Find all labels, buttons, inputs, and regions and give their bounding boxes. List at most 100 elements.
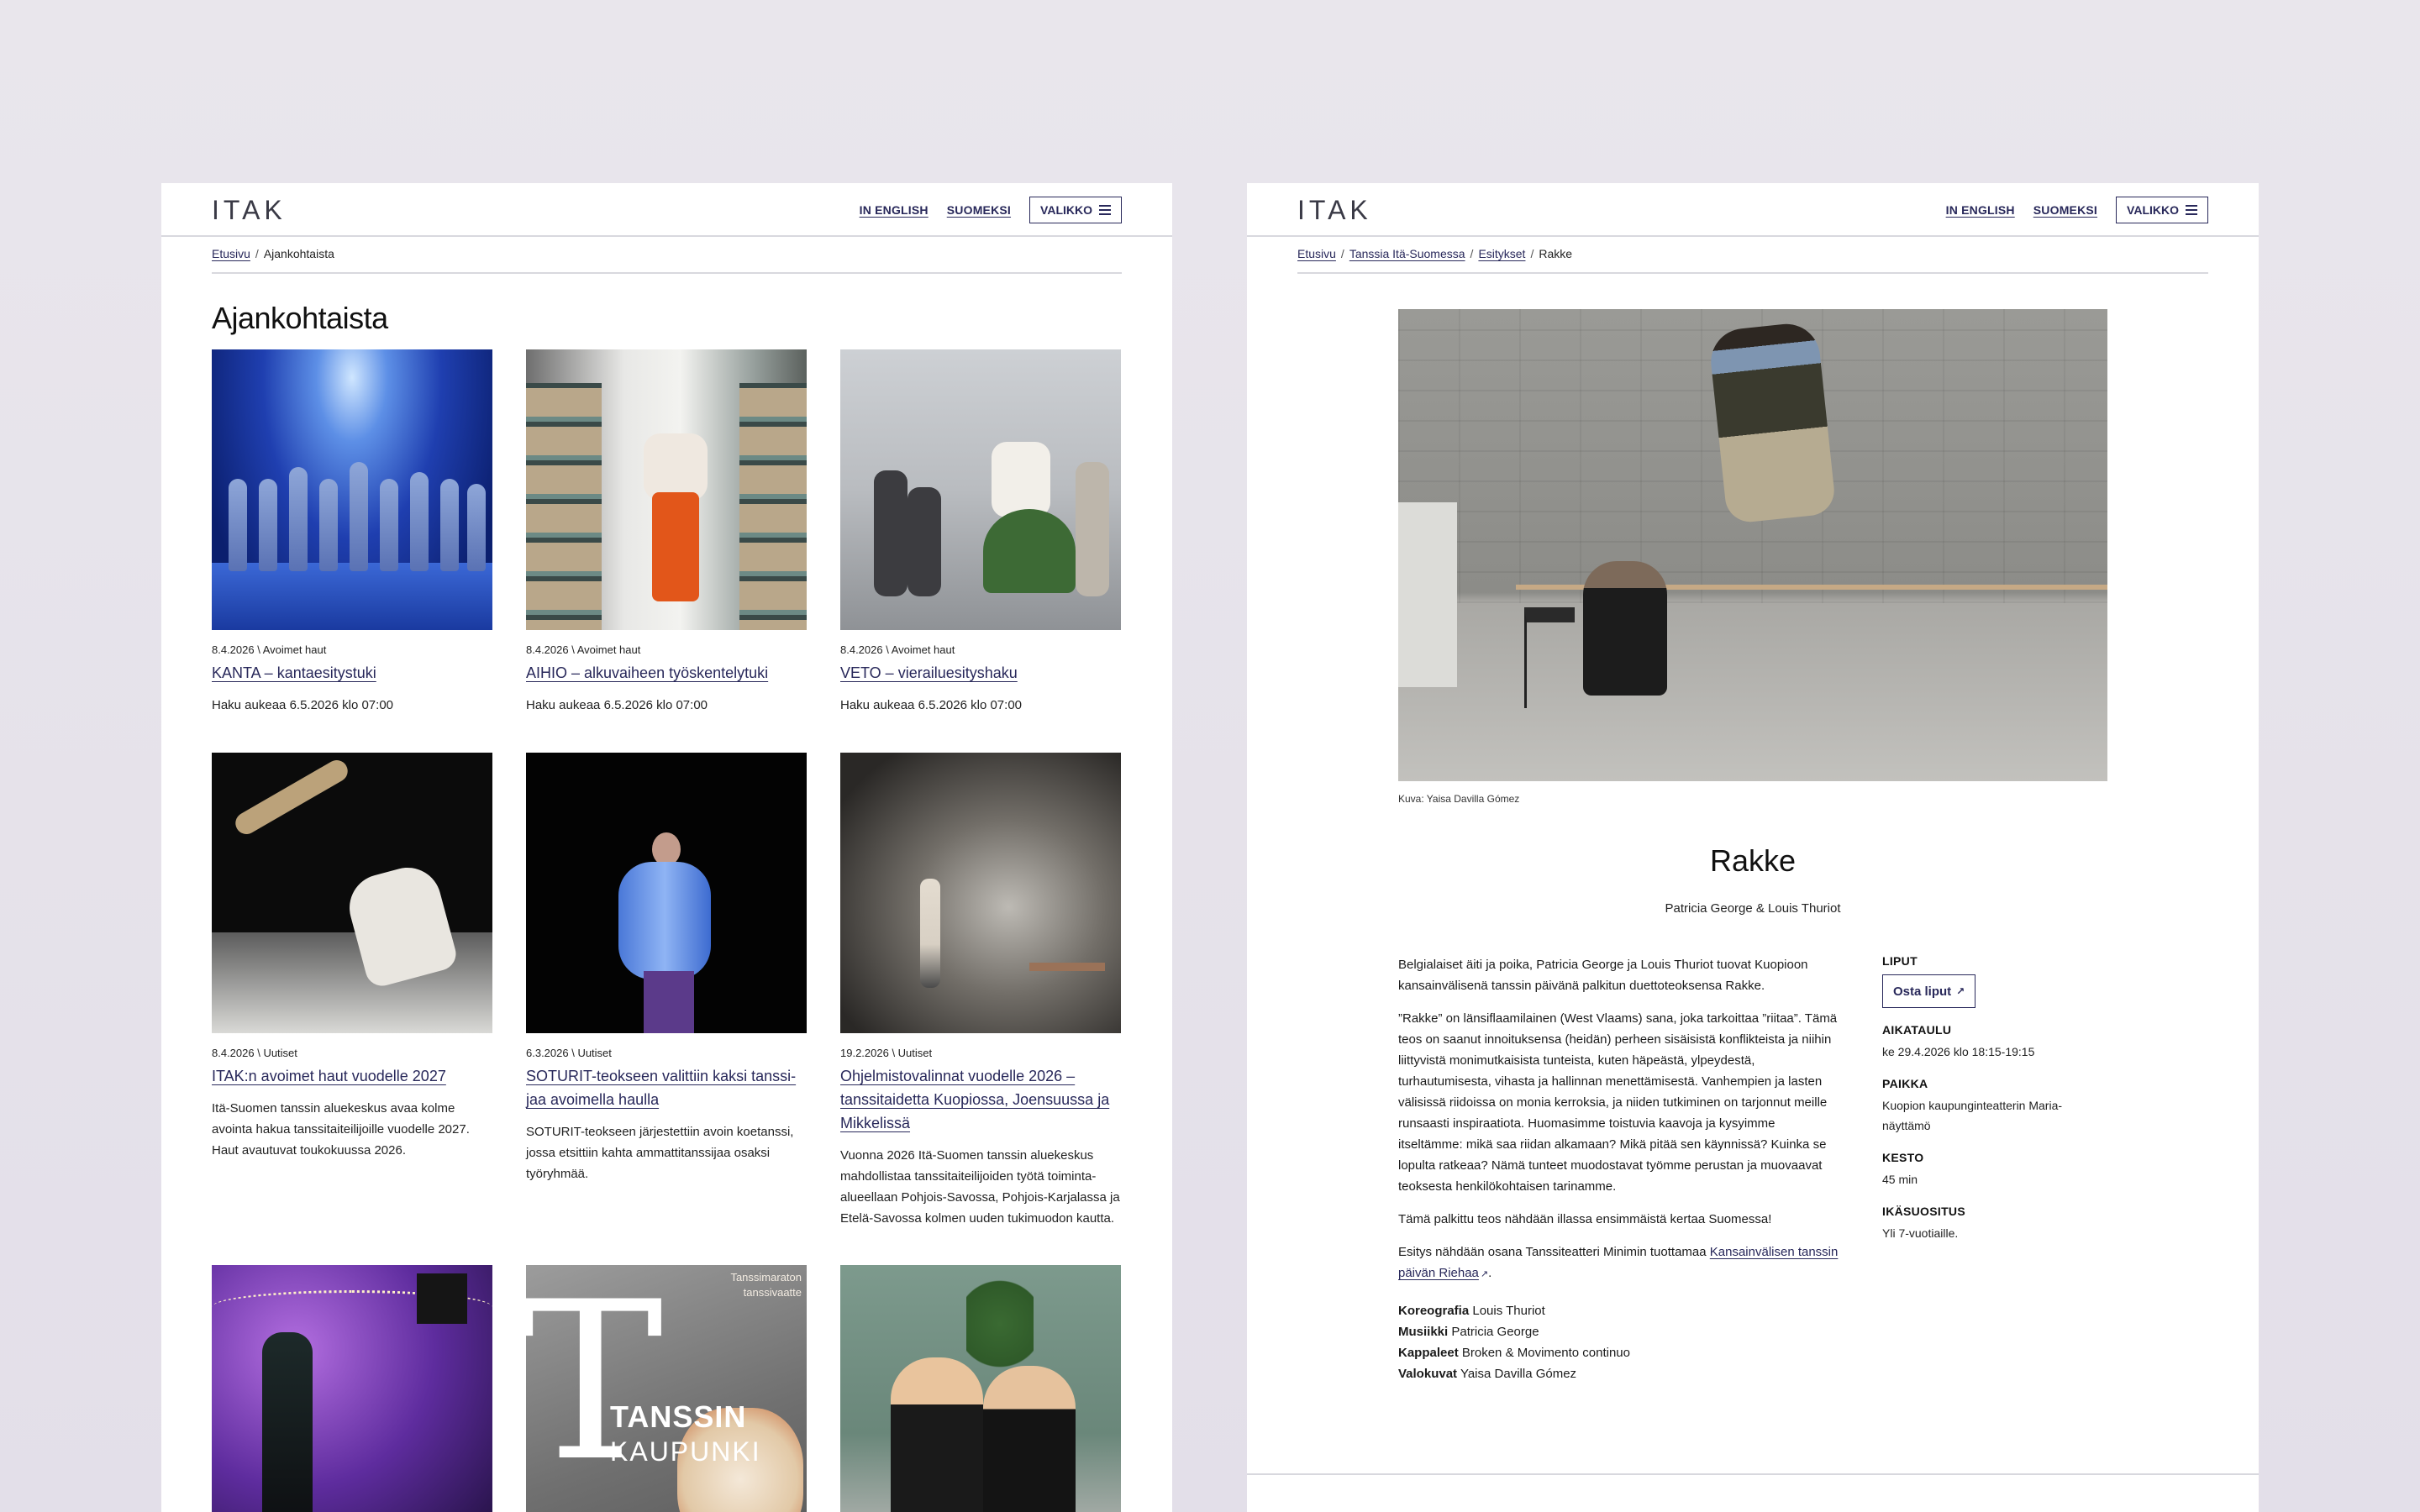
paragraph-text: . (1488, 1266, 1492, 1280)
site-header: ITAK IN ENGLISH SUOMEKSI VALIKKO (1247, 183, 2259, 237)
news-image-library[interactable] (526, 349, 807, 630)
lang-finnish-link[interactable]: SUOMEKSI (947, 203, 1011, 217)
credit-value: Yaisa Davilla Gómez (1457, 1367, 1577, 1381)
menu-button[interactable]: VALIKKO (1029, 197, 1122, 223)
news-card: 6.3.2026 \ Uutiset SOTURIT-teokseen vali… (526, 753, 807, 1184)
credit-value: Louis Thuriot (1469, 1304, 1545, 1318)
schedule-value: ke 29.4.2026 klo 18:15-19:15 (1882, 1045, 2035, 1058)
breadcrumb-performances[interactable]: Esitykset (1478, 247, 1525, 272)
news-title-link[interactable]: AIHIO – alkuvaiheen työskentelytuki (526, 661, 807, 685)
breadcrumb: Etusivu / Ajankohtaista (212, 247, 1122, 274)
paragraph-text: Esitys nähdään osana Tanssiteatteri Mini… (1398, 1245, 1710, 1259)
divider (1247, 1473, 2259, 1475)
news-image-two-women[interactable] (840, 1265, 1121, 1512)
menu-label: VALIKKO (2127, 203, 2179, 217)
credits-list: Koreografia Louis Thuriot Musiikki Patri… (1398, 1300, 1842, 1384)
news-image-street-dance[interactable] (840, 349, 1121, 630)
lang-finnish-link[interactable]: SUOMEKSI (2033, 203, 2097, 217)
credit-label: Kappaleet (1398, 1346, 1459, 1360)
news-title-link[interactable]: Ohjelmistovalinnat vuodelle 2026 – tanss… (840, 1064, 1121, 1135)
site-logo[interactable]: ITAK (212, 195, 287, 226)
news-meta: 8.4.2026 \ Avoimet haut (840, 643, 955, 656)
age-label: IKÄSUOSITUS (1882, 1205, 1965, 1218)
menu-label: VALIKKO (1040, 203, 1092, 217)
news-image-stage-bench[interactable] (840, 753, 1121, 1033)
description-paragraph: Tämä palkittu teos nähdään illassa ensim… (1398, 1212, 1772, 1226)
photo-credit: Kuva: Yaisa Davilla Gómez (1398, 793, 1520, 805)
description-paragraph: ”Rakke” on länsiflaamilainen (West Vlaam… (1398, 1011, 1838, 1194)
news-image-choir[interactable] (212, 349, 492, 630)
buy-tickets-button[interactable]: Osta liput ↗ (1882, 974, 1976, 1008)
breadcrumb-current: Rakke (1539, 247, 1573, 260)
credit-row: Musiikki Patricia George (1398, 1321, 1842, 1342)
news-card (840, 1265, 1121, 1512)
news-title-link[interactable]: VETO – vierailuesityshaku (840, 661, 1121, 685)
site-logo[interactable]: ITAK (1297, 195, 1372, 226)
credit-label: Koreografia (1398, 1304, 1470, 1318)
credit-row: Koreografia Louis Thuriot (1398, 1300, 1842, 1321)
breadcrumb-section[interactable]: Tanssia Itä-Suomessa (1349, 247, 1465, 272)
hamburger-icon (2186, 205, 2197, 215)
news-image-tanssin-kaupunki-poster[interactable]: T TANSSIN KAUPUNKI Tanssimaraton tanssiv… (526, 1265, 807, 1512)
credit-value: Patricia George (1448, 1325, 1539, 1339)
news-card: 8.4.2026 \ Avoimet haut KANTA – kantaesi… (212, 349, 492, 716)
header-nav: IN ENGLISH SUOMEKSI VALIKKO (1946, 197, 2208, 223)
news-card: 19.2.2026 \ Uutiset Ohjelmistovalinnat v… (840, 753, 1121, 1229)
page-title: Ajankohtaista (212, 301, 388, 335)
news-excerpt: Haku aukeaa 6.5.2026 klo 07:00 (526, 698, 708, 712)
news-card: 8.4.2026 \ Avoimet haut AIHIO – alkuvaih… (526, 349, 807, 716)
show-page: ITAK IN ENGLISH SUOMEKSI VALIKKO Etusivu… (1247, 183, 2259, 1512)
description-paragraph: Esitys nähdään osana Tanssiteatteri Mini… (1398, 1242, 1842, 1285)
menu-button[interactable]: VALIKKO (2116, 197, 2208, 223)
lang-english-link[interactable]: IN ENGLISH (1946, 203, 2015, 217)
credit-row: Valokuvat Yaisa Davilla Gómez (1398, 1363, 1842, 1384)
breadcrumb-separator: / (1530, 247, 1534, 260)
breadcrumb-separator: / (1470, 247, 1474, 260)
poster-corner-text: Tanssimaraton tanssivaatte (730, 1271, 802, 1299)
news-card: T TANSSIN KAUPUNKI Tanssimaraton tanssiv… (526, 1265, 807, 1512)
duration-value: 45 min (1882, 1173, 1918, 1186)
credit-label: Valokuvat (1398, 1367, 1458, 1381)
schedule-label: AIKATAULU (1882, 1023, 1952, 1037)
breadcrumb-separator: / (1340, 247, 1344, 260)
news-meta: 8.4.2026 \ Avoimet haut (526, 643, 641, 656)
news-excerpt: Vuonna 2026 Itä-Suomen tanssin aluekesku… (840, 1148, 1120, 1226)
news-excerpt: Haku aukeaa 6.5.2026 klo 07:00 (212, 698, 393, 712)
news-card: 8.4.2026 \ Avoimet haut VETO – vierailue… (840, 349, 1121, 716)
news-meta: 6.3.2026 \ Uutiset (526, 1047, 612, 1059)
news-meta: 8.4.2026 \ Uutiset (212, 1047, 297, 1059)
news-excerpt: SOTURIT-teokseen järjestettiin avoin koe… (526, 1125, 794, 1181)
news-meta: 8.4.2026 \ Avoimet haut (212, 643, 327, 656)
poster-text-line2: KAUPUNKI (610, 1436, 761, 1467)
news-meta: 19.2.2026 \ Uutiset (840, 1047, 933, 1059)
news-title-link[interactable]: KANTA – kantaesitystuki (212, 661, 492, 685)
news-card (212, 1265, 492, 1512)
breadcrumb-home[interactable]: Etusivu (212, 247, 250, 272)
lang-english-link[interactable]: IN ENGLISH (860, 203, 929, 217)
hero-photo (1398, 309, 2107, 781)
tickets-label: LIPUT (1882, 954, 1918, 968)
show-description: Belgialaiset äiti ja poika, Patricia Geo… (1398, 954, 1842, 1384)
news-image-blue-costume[interactable] (526, 753, 807, 1033)
breadcrumb: Etusivu / Tanssia Itä-Suomessa / Esityks… (1297, 247, 2208, 274)
news-image-dancer-guitar[interactable] (212, 753, 492, 1033)
lead-paragraph: Belgialaiset äiti ja poika, Patricia Geo… (1398, 958, 1808, 993)
age-value: Yli 7-vuotiaille. (1882, 1226, 1959, 1240)
duration-label: KESTO (1882, 1151, 1924, 1164)
header-nav: IN ENGLISH SUOMEKSI VALIKKO (860, 197, 1122, 223)
hamburger-icon (1099, 205, 1111, 215)
news-image-purple-performer[interactable] (212, 1265, 492, 1512)
poster-text-line1: TANSSIN (610, 1399, 747, 1434)
news-card: 8.4.2026 \ Uutiset ITAK:n avoimet haut v… (212, 753, 492, 1161)
place-label: PAIKKA (1882, 1077, 1928, 1090)
buy-tickets-label: Osta liput (1893, 984, 1952, 999)
breadcrumb-separator: / (255, 247, 259, 260)
credit-label: Musiikki (1398, 1325, 1449, 1339)
news-title-link[interactable]: SOTURIT-teokseen valittiin kaksi tanssi-… (526, 1064, 807, 1111)
external-link-icon: ↗ (1480, 1269, 1489, 1279)
news-title-link[interactable]: ITAK:n avoimet haut vuodelle 2027 (212, 1064, 492, 1088)
show-title: Rakke (1709, 843, 1797, 878)
news-excerpt: Haku aukeaa 6.5.2026 klo 07:00 (840, 698, 1022, 712)
news-page: ITAK IN ENGLISH SUOMEKSI VALIKKO Etusivu… (161, 183, 1172, 1512)
breadcrumb-home[interactable]: Etusivu (1297, 247, 1336, 272)
